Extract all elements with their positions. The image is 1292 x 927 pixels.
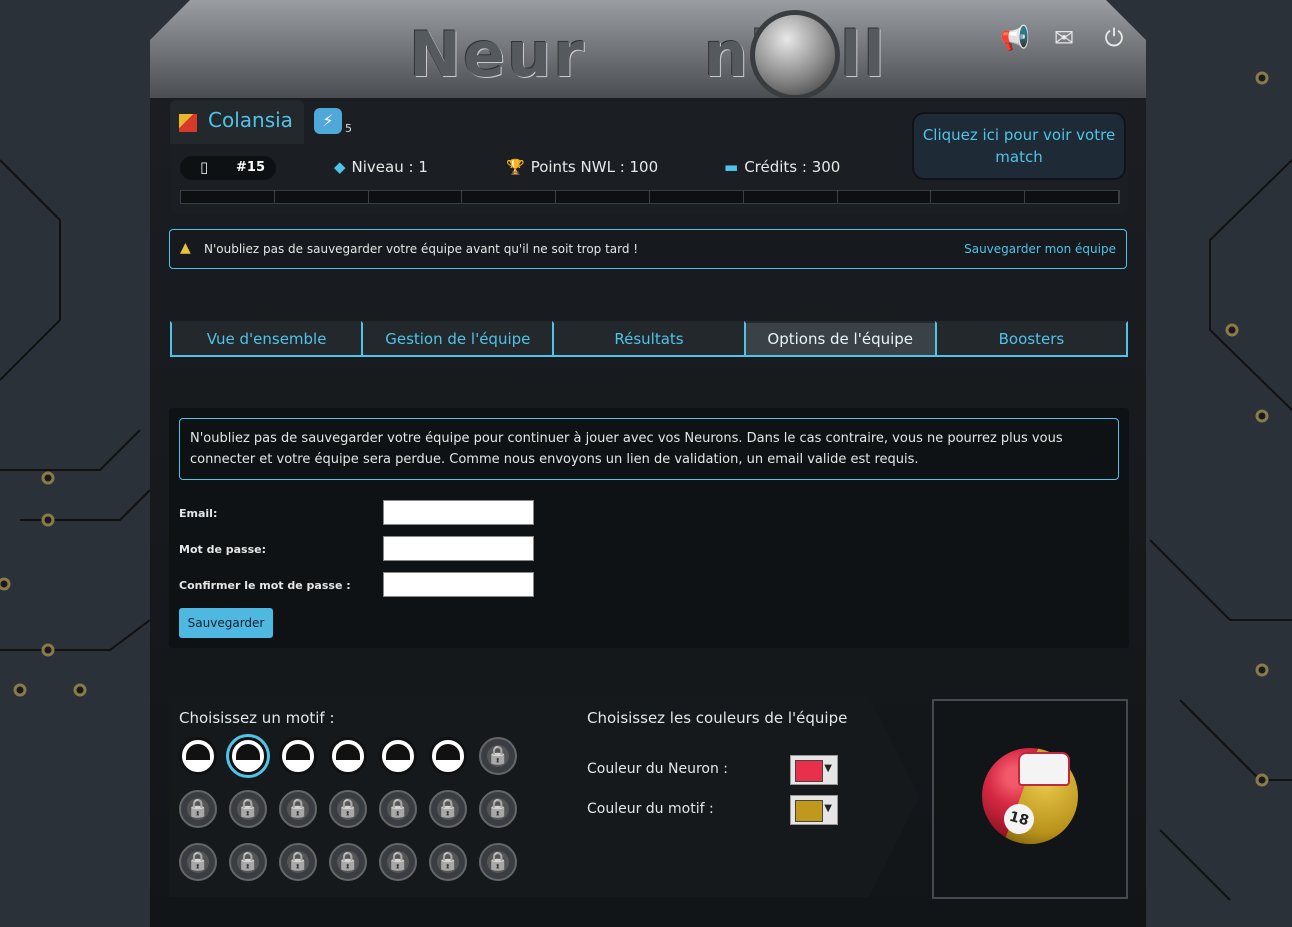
ball-cap-icon — [1018, 752, 1070, 786]
neuron-color-picker[interactable]: ▼ — [790, 755, 838, 785]
motif-option[interactable] — [279, 737, 317, 775]
motif-pattern — [386, 744, 410, 760]
team-flag-icon — [179, 114, 197, 132]
motif-option[interactable] — [379, 737, 417, 775]
password-field[interactable] — [383, 536, 534, 561]
boost-icon: ⚡ — [314, 108, 342, 134]
motif-color-chip — [795, 800, 823, 822]
locked-motif-option — [179, 790, 217, 828]
save-button[interactable]: Sauvegarder — [179, 608, 273, 638]
team-tabs: Vue d'ensemble Gestion de l'équipe Résul… — [170, 321, 1129, 357]
tab-team-options[interactable]: Options de l'équipe — [743, 321, 937, 357]
locked-motif-option — [429, 790, 467, 828]
credits-label: Crédits : 300 — [744, 158, 841, 176]
points-stat: 🏆 Points NWL : 100 — [506, 158, 658, 176]
credit-card-icon: ▬ — [724, 158, 739, 176]
motif-pattern — [186, 744, 210, 760]
team-rank: #15 — [236, 160, 265, 175]
locked-motif-option — [329, 843, 367, 881]
level-stat: ◆ Niveau : 1 — [334, 158, 428, 176]
tab-overview[interactable]: Vue d'ensemble — [170, 321, 364, 357]
trophy-icon: 🏆 — [506, 158, 525, 176]
locked-motif-option — [479, 843, 517, 881]
team-name: Colansia — [208, 108, 293, 132]
chevron-down-icon: ▼ — [824, 803, 832, 814]
locked-motif-option — [279, 790, 317, 828]
locked-motif-option — [479, 790, 517, 828]
confirm-password-field[interactable] — [383, 572, 534, 597]
password-label: Mot de passe: — [179, 543, 267, 556]
colors-title: Choisissez les couleurs de l'équipe — [587, 709, 848, 727]
motif-option[interactable] — [329, 737, 367, 775]
site-logo[interactable]: Neur nball — [150, 18, 1146, 91]
alert-text: N'oubliez pas de sauvegarder votre équip… — [204, 242, 639, 256]
level-icon: ◆ — [334, 158, 346, 176]
megaphone-icon[interactable]: 📢 — [1000, 24, 1030, 52]
power-icon[interactable]: ⏻ — [1100, 24, 1128, 52]
locked-motif-option — [379, 790, 417, 828]
locked-motif-option — [229, 790, 267, 828]
locked-motif-option — [429, 843, 467, 881]
boost-count: 5 — [345, 122, 352, 135]
save-team-link[interactable]: Sauvegarder mon équipe — [964, 242, 1116, 256]
warning-icon: ▲ — [180, 240, 191, 256]
motif-color-label: Couleur du motif : — [587, 801, 714, 817]
locked-motif-option — [479, 737, 517, 775]
tab-team-management[interactable]: Gestion de l'équipe — [361, 321, 555, 357]
motif-pattern — [286, 744, 310, 760]
motif-option[interactable] — [179, 737, 217, 775]
motif-pattern — [436, 744, 460, 760]
view-match-button[interactable]: Cliquez ici pour voir votre match — [914, 114, 1124, 178]
locked-motif-option — [179, 843, 217, 881]
locked-motif-option — [379, 843, 417, 881]
site-header: Neur nball — [150, 0, 1146, 98]
email-field[interactable] — [383, 500, 534, 525]
mail-icon[interactable]: ✉ — [1050, 24, 1078, 52]
team-progress-bar — [180, 190, 1120, 204]
logo-ball-icon — [750, 10, 840, 98]
tab-boosters[interactable]: Boosters — [934, 321, 1129, 357]
locked-motif-option — [279, 843, 317, 881]
building-icon: ▯ — [200, 158, 209, 176]
motif-pattern — [236, 744, 260, 760]
tab-results[interactable]: Résultats — [552, 321, 746, 357]
chevron-down-icon: ▼ — [824, 763, 832, 774]
credits-stat: ▬ Crédits : 300 — [724, 158, 840, 176]
motif-option[interactable] — [429, 737, 467, 775]
neuron-color-label: Couleur du Neuron : — [587, 761, 729, 777]
motif-color-picker[interactable]: ▼ — [790, 795, 838, 825]
email-label: Email: — [179, 507, 218, 520]
locked-motif-option — [329, 790, 367, 828]
confirm-password-label: Confirmer le mot de passe : — [179, 579, 351, 592]
points-label: Points NWL : 100 — [530, 158, 659, 176]
motif-pattern — [336, 744, 360, 760]
level-label: Niveau : 1 — [351, 158, 428, 176]
save-info-text: N'oubliez pas de sauvegarder votre équip… — [179, 418, 1119, 480]
locked-motif-option — [229, 843, 267, 881]
header-icons: 📢 ✉ ⏻ — [1000, 24, 1128, 52]
neuron-color-chip — [795, 760, 823, 782]
motif-title: Choisissez un motif : — [179, 709, 335, 727]
save-alert: ▲ N'oubliez pas de sauvegarder votre équ… — [169, 229, 1127, 269]
motif-option[interactable] — [229, 737, 267, 775]
